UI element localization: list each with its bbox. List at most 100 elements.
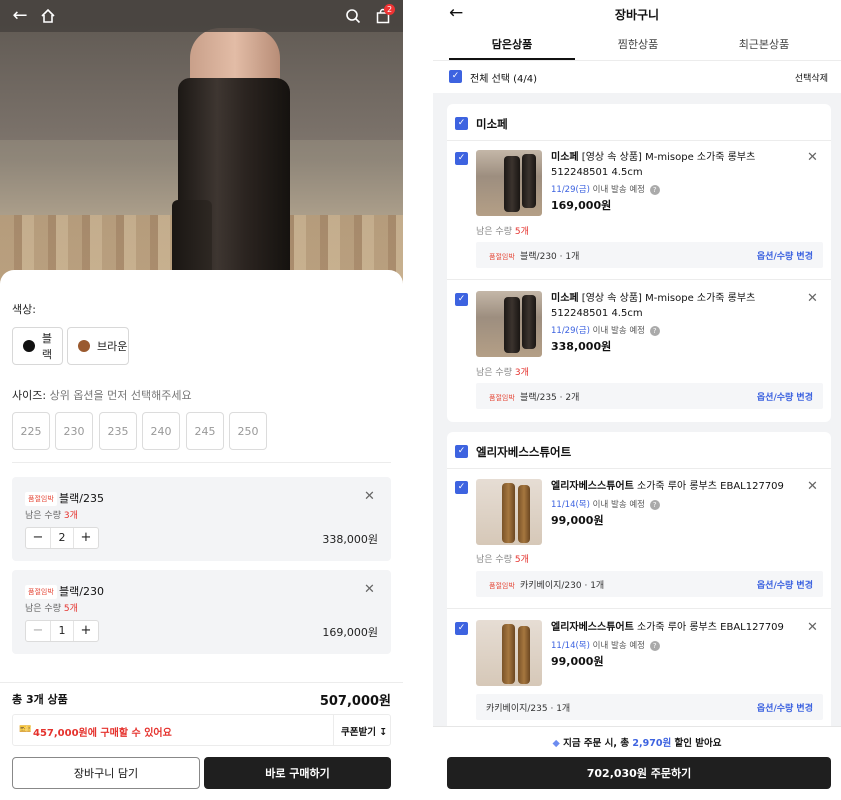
option-name: 블랙/235: [59, 492, 104, 505]
size-hint: 상위 옵션을 먼저 선택해주세요: [49, 389, 192, 402]
discount-prefix: 지금 주문 시, 총: [563, 738, 630, 749]
size-label: 사이즈:: [12, 389, 47, 402]
product-thumbnail[interactable]: [476, 479, 542, 545]
size-option-225[interactable]: 225: [12, 412, 50, 450]
low-stock-tag: 품절임박: [489, 394, 515, 402]
item-divider: [447, 279, 831, 280]
brand-group-card: ✓ 엘리자베스스튜어트 ✓ 엘리자베스스튜어트 소가죽 루아 롱부츠 EBAL1…: [447, 432, 831, 732]
item-option: 블랙/235 · 2개: [520, 393, 580, 403]
item-checkbox[interactable]: ✓: [455, 622, 468, 635]
item-option-row: 카키베이지/235 · 1개 옵션/수량 변경: [476, 694, 823, 720]
item-option: 블랙/230 · 1개: [520, 252, 580, 262]
download-icon: ↧: [379, 727, 388, 738]
size-option-230[interactable]: 230: [55, 412, 93, 450]
size-option-250[interactable]: 250: [229, 412, 267, 450]
help-icon[interactable]: ?: [649, 185, 660, 195]
product-name[interactable]: 미소페 [영상 속 상품] M-misope 소가죽 롱부츠 512248501…: [551, 150, 797, 180]
product-thumbnail[interactable]: [476, 150, 542, 216]
ship-date: 11/29(금): [551, 185, 590, 195]
color-option-brown[interactable]: 브라운: [67, 327, 129, 365]
product-name[interactable]: 엘리자베스스튜어트 소가죽 루아 롱부츠 EBAL127709: [551, 479, 797, 494]
item-option-row: 품절임박 블랙/230 · 1개 옵션/수량 변경: [476, 242, 823, 268]
plus-icon[interactable]: +: [74, 621, 98, 641]
total-count-label: 총 3개 상품: [12, 693, 68, 706]
buy-now-button[interactable]: 바로 구매하기: [204, 757, 391, 789]
delete-selected-button[interactable]: 선택삭제: [763, 71, 828, 84]
shipping-estimate: 11/29(금) 이내 발송 예정 ?: [551, 324, 660, 336]
item-checkbox[interactable]: ✓: [455, 293, 468, 306]
product-brand: 엘리자베스스튜어트: [551, 481, 634, 492]
coupon-message: 457,000원에 구매할 수 있어요: [33, 728, 172, 739]
quantity-value: 1: [50, 621, 74, 641]
option-name: 블랙/230: [59, 585, 104, 598]
item-price: 169,000원: [551, 199, 612, 212]
order-button[interactable]: 702,030원 주문하기: [447, 757, 831, 789]
product-thumbnail[interactable]: [476, 291, 542, 357]
remaining-label: 남은 수량: [476, 368, 512, 378]
add-to-cart-button[interactable]: 장바구니 담기: [12, 757, 200, 789]
home-icon[interactable]: [36, 4, 60, 28]
help-icon[interactable]: ?: [649, 500, 660, 510]
remove-item-icon[interactable]: ✕: [807, 479, 818, 494]
remove-item-icon[interactable]: ✕: [807, 291, 818, 306]
brand-checkbox[interactable]: ✓: [455, 445, 468, 458]
remove-option-icon[interactable]: ✕: [364, 582, 375, 597]
discount-suffix: 할인 받아요: [674, 738, 722, 749]
size-option-240[interactable]: 240: [142, 412, 180, 450]
product-name[interactable]: 미소페 [영상 속 상품] M-misope 소가죽 롱부츠 512248501…: [551, 291, 797, 321]
item-price: 338,000원: [551, 340, 612, 353]
size-option-245[interactable]: 245: [186, 412, 224, 450]
product-brand: 미소페: [551, 152, 579, 163]
remove-option-icon[interactable]: ✕: [364, 489, 375, 504]
page-title: 장바구니: [614, 8, 660, 22]
help-icon[interactable]: ?: [649, 641, 660, 651]
item-option: 카키베이지/230 · 1개: [520, 581, 605, 591]
selected-option-card: 품절임박 블랙/230 ✕ 남은 수량 5개 − 1 + 169,000원: [12, 570, 391, 654]
tab-recently-viewed[interactable]: 최근본상품: [701, 36, 827, 60]
product-name[interactable]: 엘리자베스스튜어트 소가죽 루아 롱부츠 EBAL127709: [551, 620, 797, 635]
help-icon[interactable]: ?: [649, 326, 660, 336]
cart-header: ← 장바구니 담은상품 찜한상품 최근본상품 ✓ 전체 선택 (4/4) 선택삭…: [433, 0, 841, 93]
change-option-button[interactable]: 옵션/수량 변경: [748, 249, 813, 262]
color-option-black[interactable]: 블랙: [12, 327, 63, 365]
coupon-download-button[interactable]: 쿠폰받기 ↧: [341, 724, 387, 738]
ship-date: 11/29(금): [551, 326, 590, 336]
coupon-row: 🎫 457,000원에 구매할 수 있어요 쿠폰받기 ↧: [12, 714, 391, 746]
search-icon[interactable]: [341, 4, 365, 28]
item-checkbox[interactable]: ✓: [455, 481, 468, 494]
tab-divider: [433, 60, 841, 61]
quantity-stepper[interactable]: − 2 +: [25, 527, 99, 549]
ship-suffix: 이내 발송 예정: [592, 500, 645, 510]
remaining-count: 5개: [514, 227, 529, 237]
product-title: [영상 속 상품] M-misope 소가죽 롱부츠 512248501 4.5…: [551, 152, 756, 178]
total-price: 507,000원: [319, 694, 391, 709]
change-option-button[interactable]: 옵션/수량 변경: [748, 578, 813, 591]
tab-cart-items[interactable]: 담은상품: [449, 36, 575, 60]
remove-item-icon[interactable]: ✕: [807, 620, 818, 635]
top-navigation-bar: ← 2: [0, 0, 403, 32]
back-arrow-icon[interactable]: ←: [8, 4, 32, 28]
change-option-button[interactable]: 옵션/수량 변경: [748, 701, 813, 714]
plus-icon[interactable]: +: [74, 528, 98, 548]
panel-gap: [403, 0, 433, 800]
selected-option-card: 품절임박 블랙/235 ✕ 남은 수량 3개 − 2 + 338,000원: [12, 477, 391, 561]
brand-checkbox[interactable]: ✓: [455, 117, 468, 130]
size-option-235[interactable]: 235: [99, 412, 137, 450]
change-option-button[interactable]: 옵션/수량 변경: [748, 390, 813, 403]
select-all-checkbox[interactable]: ✓: [449, 70, 462, 83]
minus-icon[interactable]: −: [26, 621, 50, 641]
shipping-estimate: 11/29(금) 이내 발송 예정 ?: [551, 183, 660, 195]
remaining-count: 3개: [514, 368, 529, 378]
product-thumbnail[interactable]: [476, 620, 542, 686]
low-stock-tag: 품절임박: [489, 253, 515, 261]
remaining-label: 남은 수량: [476, 555, 512, 565]
color-option-label: 블랙: [41, 332, 53, 361]
item-divider: [447, 608, 831, 609]
color-label: 색상:: [12, 303, 36, 316]
minus-icon[interactable]: −: [26, 528, 50, 548]
tab-wishlist[interactable]: 찜한상품: [575, 36, 701, 60]
remove-item-icon[interactable]: ✕: [807, 150, 818, 165]
quantity-stepper[interactable]: − 1 +: [25, 620, 99, 642]
coupon-divider: [333, 715, 334, 745]
item-checkbox[interactable]: ✓: [455, 152, 468, 165]
